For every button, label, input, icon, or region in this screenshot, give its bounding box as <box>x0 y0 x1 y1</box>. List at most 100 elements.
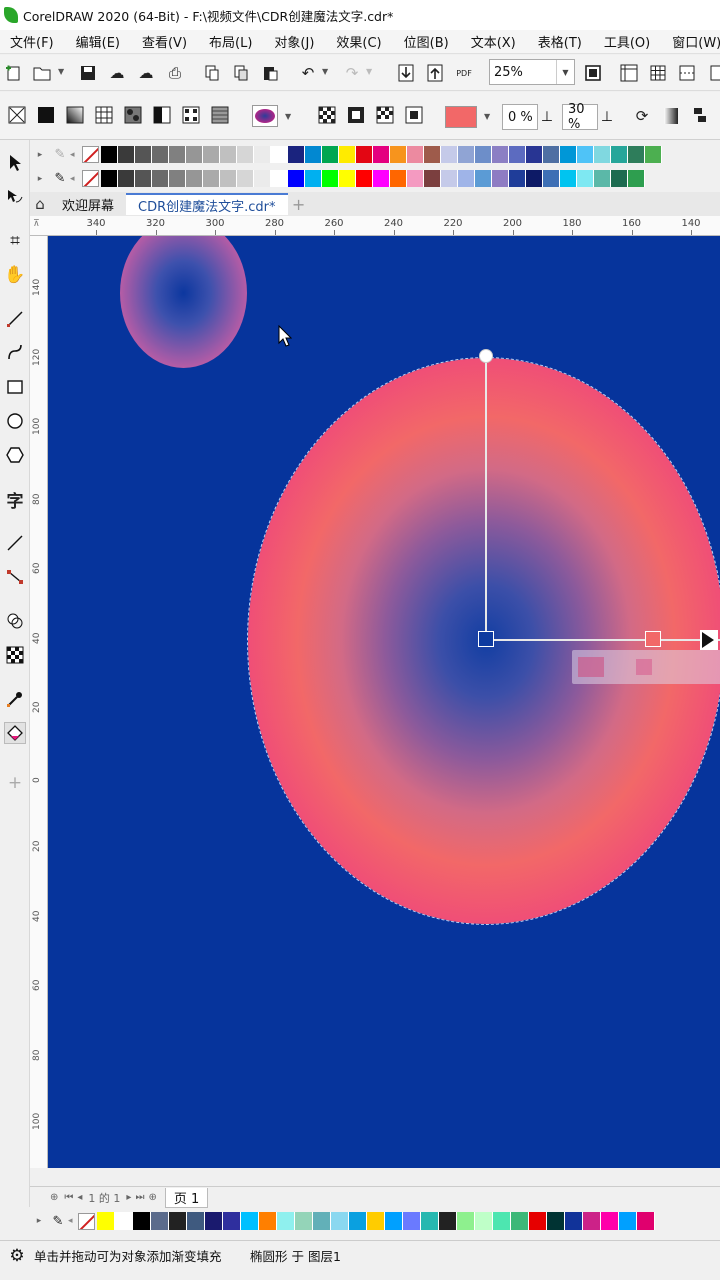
rectangle-tool-icon[interactable] <box>4 376 26 398</box>
add-page-before-icon[interactable]: ⊕ <box>50 1192 58 1203</box>
color-swatch[interactable] <box>101 170 118 187</box>
interactive-fill-tool-icon[interactable] <box>4 722 26 744</box>
color-swatch[interactable] <box>152 146 169 163</box>
color-swatch[interactable] <box>169 1212 187 1230</box>
transparency-none-icon[interactable] <box>318 106 338 126</box>
last-page-icon[interactable]: ⏭ <box>135 1192 144 1203</box>
print-icon[interactable]: ⎙ <box>165 63 185 83</box>
postscript-fill-icon[interactable] <box>211 106 231 126</box>
horizontal-ruler[interactable]: ⊼ 340 320 300 280 260 240 220 200 180 160 140 <box>30 216 720 236</box>
no-fill-icon[interactable] <box>8 106 28 126</box>
color-swatch[interactable] <box>356 146 373 163</box>
menu-item[interactable]: 查看(V) <box>132 32 199 51</box>
cut-icon[interactable] <box>202 63 222 83</box>
eyedropper-tool-icon[interactable] <box>4 688 26 710</box>
cloud-download-icon[interactable]: ☁ <box>136 63 156 83</box>
shape-tool-icon[interactable] <box>4 186 26 208</box>
text-tool-icon[interactable]: 字 <box>4 488 26 512</box>
color-swatch[interactable] <box>220 170 237 187</box>
palette-no-color-swatch[interactable] <box>82 146 99 163</box>
color-swatch[interactable] <box>421 1212 439 1230</box>
connector-tool-icon[interactable] <box>4 566 26 588</box>
color-swatch[interactable] <box>509 170 526 187</box>
export-icon[interactable] <box>425 63 445 83</box>
color-swatch[interactable] <box>390 170 407 187</box>
color-swatch[interactable] <box>339 146 356 163</box>
bottom-palette-no-color-swatch[interactable] <box>78 1212 95 1230</box>
color-swatch[interactable] <box>441 146 458 163</box>
color-swatch[interactable] <box>254 146 271 163</box>
transparency-uniform-icon[interactable] <box>347 106 367 126</box>
color-swatch[interactable] <box>628 146 645 163</box>
small-gradient-ellipse[interactable] <box>120 236 247 368</box>
menu-item[interactable]: 文本(X) <box>461 32 528 51</box>
transparency-color-dropdown-icon[interactable]: ▼ <box>484 112 490 121</box>
save-icon[interactable] <box>78 63 98 83</box>
color-swatch[interactable] <box>611 170 628 187</box>
two-color-pattern-fill-icon[interactable] <box>153 106 173 126</box>
palette2-scroll-left-icon[interactable]: ◂ <box>70 174 82 184</box>
palette2-expand-icon[interactable]: ▸ <box>30 174 50 184</box>
palette-scroll-left-icon[interactable]: ◂ <box>70 150 82 160</box>
color-swatch[interactable] <box>322 170 339 187</box>
menu-item[interactable]: 布局(L) <box>199 32 264 51</box>
redo-dropdown-icon[interactable]: ▼ <box>366 67 372 76</box>
color-swatch[interactable] <box>356 170 373 187</box>
fill-picker-button[interactable] <box>252 105 278 127</box>
color-swatch[interactable] <box>101 146 118 163</box>
snap-to-icon[interactable] <box>706 63 720 83</box>
color-swatch[interactable] <box>475 1212 493 1230</box>
color-swatch[interactable] <box>169 146 186 163</box>
color-swatch[interactable] <box>115 1212 133 1230</box>
page-tab-1[interactable]: 页 1 <box>164 1187 209 1208</box>
prev-page-icon[interactable]: ◂ <box>77 1192 82 1203</box>
gradient-reverse-icon[interactable] <box>661 106 681 126</box>
pan-tool-icon[interactable]: ✋ <box>4 264 26 286</box>
color-swatch[interactable] <box>305 170 322 187</box>
color-swatch[interactable] <box>241 1212 259 1230</box>
palette-expand-icon[interactable]: ▸ <box>30 150 50 160</box>
color-swatch[interactable] <box>313 1212 331 1230</box>
color-swatch[interactable] <box>543 170 560 187</box>
color-swatch[interactable] <box>493 1212 511 1230</box>
color-swatch[interactable] <box>203 146 220 163</box>
menu-item[interactable]: 编辑(E) <box>66 32 132 51</box>
color-swatch[interactable] <box>424 170 441 187</box>
color-swatch[interactable] <box>583 1212 601 1230</box>
color-swatch[interactable] <box>277 1212 295 1230</box>
color-swatch[interactable] <box>424 146 441 163</box>
vector-pattern-fill-icon[interactable] <box>95 106 115 126</box>
drawing-canvas[interactable] <box>48 236 720 1168</box>
color-swatch[interactable] <box>367 1212 385 1230</box>
redo-icon[interactable]: ↷ <box>342 63 362 83</box>
ruler-corner-icon[interactable]: ⊼ <box>33 219 40 229</box>
palette2-no-color-swatch[interactable] <box>82 170 99 187</box>
undo-dropdown-icon[interactable]: ▼ <box>322 67 328 76</box>
bottom-palette-scroll-left-icon[interactable]: ◂ <box>68 1216 78 1226</box>
zoom-level-select[interactable]: 25% ▼ <box>489 59 575 85</box>
first-page-icon[interactable]: ⏮ <box>64 1192 73 1203</box>
edit-transparency-icon[interactable] <box>690 106 710 126</box>
artistic-media-tool-icon[interactable] <box>4 342 26 364</box>
color-swatch[interactable] <box>529 1212 547 1230</box>
color-swatch[interactable] <box>133 1212 151 1230</box>
fill-picker-dropdown-icon[interactable]: ▼ <box>285 112 291 121</box>
show-guidelines-icon[interactable] <box>677 63 697 83</box>
menu-item[interactable]: 窗口(W) <box>662 32 720 51</box>
import-icon[interactable] <box>396 63 416 83</box>
color-swatch[interactable] <box>186 146 203 163</box>
color-swatch[interactable] <box>457 1212 475 1230</box>
color-swatch[interactable] <box>509 146 526 163</box>
transparency-tool-icon[interactable] <box>4 644 26 666</box>
transparency-start-field[interactable]: 0 % <box>502 104 538 130</box>
transparency-fountain-icon[interactable] <box>376 106 396 126</box>
color-swatch[interactable] <box>118 146 135 163</box>
color-swatch[interactable] <box>223 1212 241 1230</box>
transparency-end-spinner-icon[interactable]: ⊥ <box>600 106 614 128</box>
color-swatch[interactable] <box>151 1212 169 1230</box>
gradient-start-node[interactable] <box>478 631 494 647</box>
copy-icon[interactable] <box>231 63 251 83</box>
color-swatch[interactable] <box>439 1212 457 1230</box>
color-swatch[interactable] <box>373 170 390 187</box>
color-swatch[interactable] <box>458 146 475 163</box>
